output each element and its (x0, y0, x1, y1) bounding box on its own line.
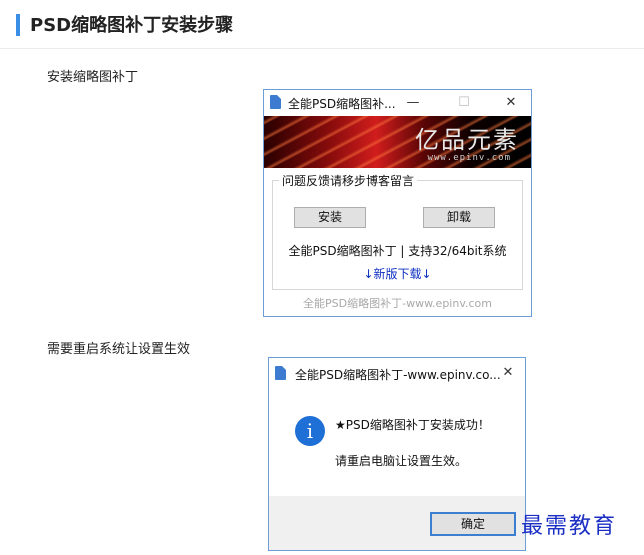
uninstall-button[interactable]: 卸载 (423, 207, 495, 228)
groupbox-title: 问题反馈请移步博客留言 (279, 172, 418, 189)
maximize-icon: ☐ (458, 95, 470, 110)
brand-logo: 亿品元素 (415, 126, 519, 154)
minimize-icon[interactable]: — (400, 92, 426, 114)
close-icon[interactable]: ✕ (495, 362, 521, 384)
installer-window-title: 全能PSD缩略图补... (288, 97, 396, 111)
brand-banner: 亿品元素 www.epinv.com (264, 116, 531, 168)
new-version-download-link[interactable]: ↓新版下载↓ (273, 265, 522, 282)
restart-instruction: 请重启电脑让设置生效。 (335, 454, 468, 468)
installer-titlebar[interactable]: 全能PSD缩略图补... — ☐ ✕ (264, 90, 531, 116)
installer-footer-text: 全能PSD缩略图补丁-www.epinv.com (303, 297, 492, 310)
brand-url: www.epinv.com (427, 153, 511, 163)
message-box-title: 全能PSD缩略图补丁-www.epinv.co... (295, 368, 501, 382)
success-message: ★PSD缩略图补丁安装成功！ (335, 418, 490, 432)
feedback-groupbox: 问题反馈请移步博客留言 安装 卸载 全能PSD缩略图补丁 | 支持32/64bi… (272, 172, 523, 290)
watermark-logo: 最需教育 (521, 514, 618, 539)
info-icon: i (295, 416, 325, 446)
page-header: PSD缩略图补丁安装步骤 (0, 0, 644, 49)
close-icon[interactable]: ✕ (498, 92, 524, 114)
step-label-restart: 需要重启系统让设置生效 (47, 342, 191, 357)
installer-window: 全能PSD缩略图补... — ☐ ✕ 亿品元素 www.epinv.com 问题… (263, 89, 532, 317)
app-file-icon (270, 95, 281, 109)
success-message-box: 全能PSD缩略图补丁-www.epinv.co... ✕ i ★PSD缩略图补丁… (268, 357, 526, 551)
install-button[interactable]: 安装 (294, 207, 366, 228)
page-title: PSD缩略图补丁安装步骤 (30, 15, 234, 36)
support-text: 全能PSD缩略图补丁 | 支持32/64bit系统 (288, 244, 507, 258)
title-accent-bar (16, 14, 20, 36)
app-file-icon (275, 366, 286, 380)
step-label-install: 安装缩略图补丁 (47, 70, 139, 85)
ok-button[interactable]: 确定 (430, 512, 516, 536)
